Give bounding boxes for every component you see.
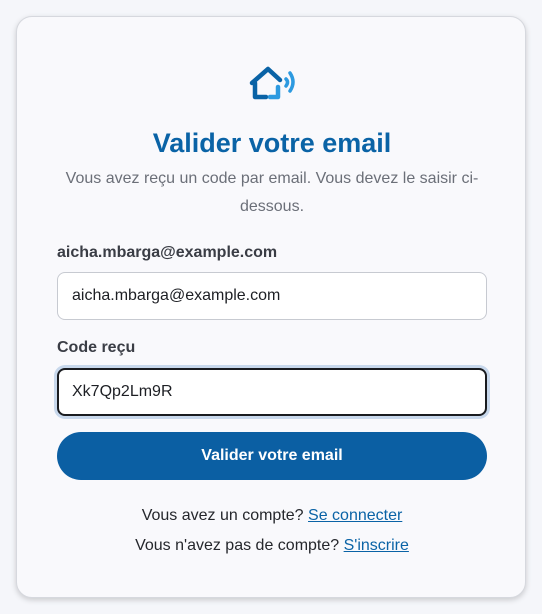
code-field[interactable] [57,368,487,416]
email-field[interactable] [57,272,487,320]
signup-link[interactable]: S'inscrire [344,537,409,554]
login-prompt-line: Vous avez un compte? Se connecter [17,507,527,525]
code-field-label: Code reçu [57,339,136,356]
validation-card: Valider votre email Vous avez reçu un co… [16,16,526,598]
smart-home-icon [249,66,295,100]
page-title: Valider votre email [152,128,392,158]
login-link[interactable]: Se connecter [308,507,402,524]
login-prompt-text: Vous avez un compte? [141,507,304,524]
signup-prompt-line: Vous n'avez pas de compte? S'inscrire [17,537,527,555]
validate-email-button[interactable]: Valider votre email [57,432,487,480]
email-field-label: aicha.mbarga@example.com [57,244,278,261]
signup-prompt-text: Vous n'avez pas de compte? [135,537,340,554]
page-subtitle: Vous avez reçu un code par email. Vous d… [65,170,479,215]
